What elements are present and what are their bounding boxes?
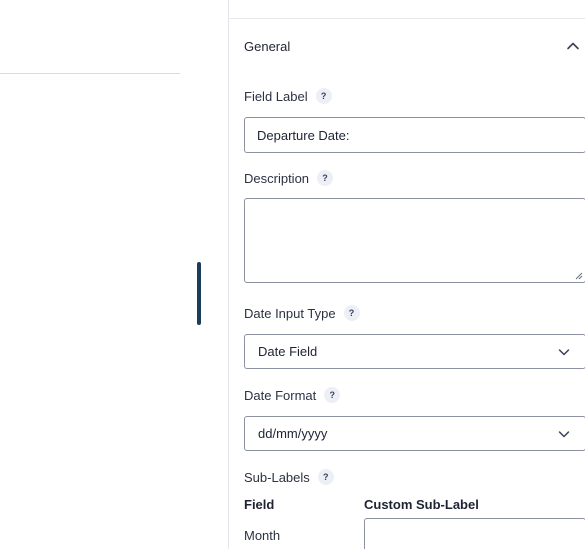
date-input-type-help-icon[interactable]: ? <box>343 305 360 321</box>
description-textarea[interactable] <box>244 198 585 283</box>
sub-labels-field-header: Field <box>244 497 275 512</box>
sub-label-month-input[interactable] <box>364 518 585 549</box>
date-format-text: Date Format <box>244 387 317 403</box>
field-label-help-icon[interactable]: ? <box>315 88 332 104</box>
sub-labels-label: Sub-Labels ? <box>244 469 334 485</box>
date-format-label: Date Format ? <box>244 387 341 403</box>
chevron-down-icon <box>558 430 570 437</box>
field-label-text: Field Label <box>244 88 308 104</box>
canvas-divider <box>0 73 180 74</box>
description-label: Description ? <box>244 170 334 186</box>
field-settings-panel: General Field Label ? Departure Date: De… <box>228 0 585 549</box>
chevron-down-icon <box>558 348 570 355</box>
field-label-label: Field Label ? <box>244 88 332 104</box>
sub-labels-help-icon[interactable]: ? <box>317 469 334 485</box>
field-label-value: Departure Date: <box>257 127 350 143</box>
sub-label-row-field: Month <box>244 528 281 543</box>
description-text: Description <box>244 170 310 186</box>
description-help-icon[interactable]: ? <box>317 170 334 186</box>
date-input-type-select[interactable]: Date Field <box>244 334 585 369</box>
date-input-type-label: Date Input Type ? <box>244 305 360 321</box>
sub-labels-text: Sub-Labels <box>244 469 310 485</box>
chevron-up-icon <box>567 42 579 50</box>
section-title: General <box>244 38 291 54</box>
date-input-type-text: Date Input Type <box>244 305 336 321</box>
resize-grip-icon[interactable] <box>575 272 583 280</box>
date-format-help-icon[interactable]: ? <box>324 387 341 403</box>
sub-labels-custom-header: Custom Sub-Label <box>364 497 479 512</box>
date-format-value: dd/mm/yyyy <box>258 426 328 441</box>
general-section-toggle[interactable]: General <box>244 38 585 54</box>
date-input-type-value: Date Field <box>258 344 318 359</box>
date-format-select[interactable]: dd/mm/yyyy <box>244 416 585 451</box>
form-editor: General Field Label ? Departure Date: De… <box>0 0 585 549</box>
field-label-input[interactable]: Departure Date: <box>244 117 585 153</box>
panel-top-divider <box>229 18 585 19</box>
panel-resize-handle[interactable] <box>197 262 201 325</box>
